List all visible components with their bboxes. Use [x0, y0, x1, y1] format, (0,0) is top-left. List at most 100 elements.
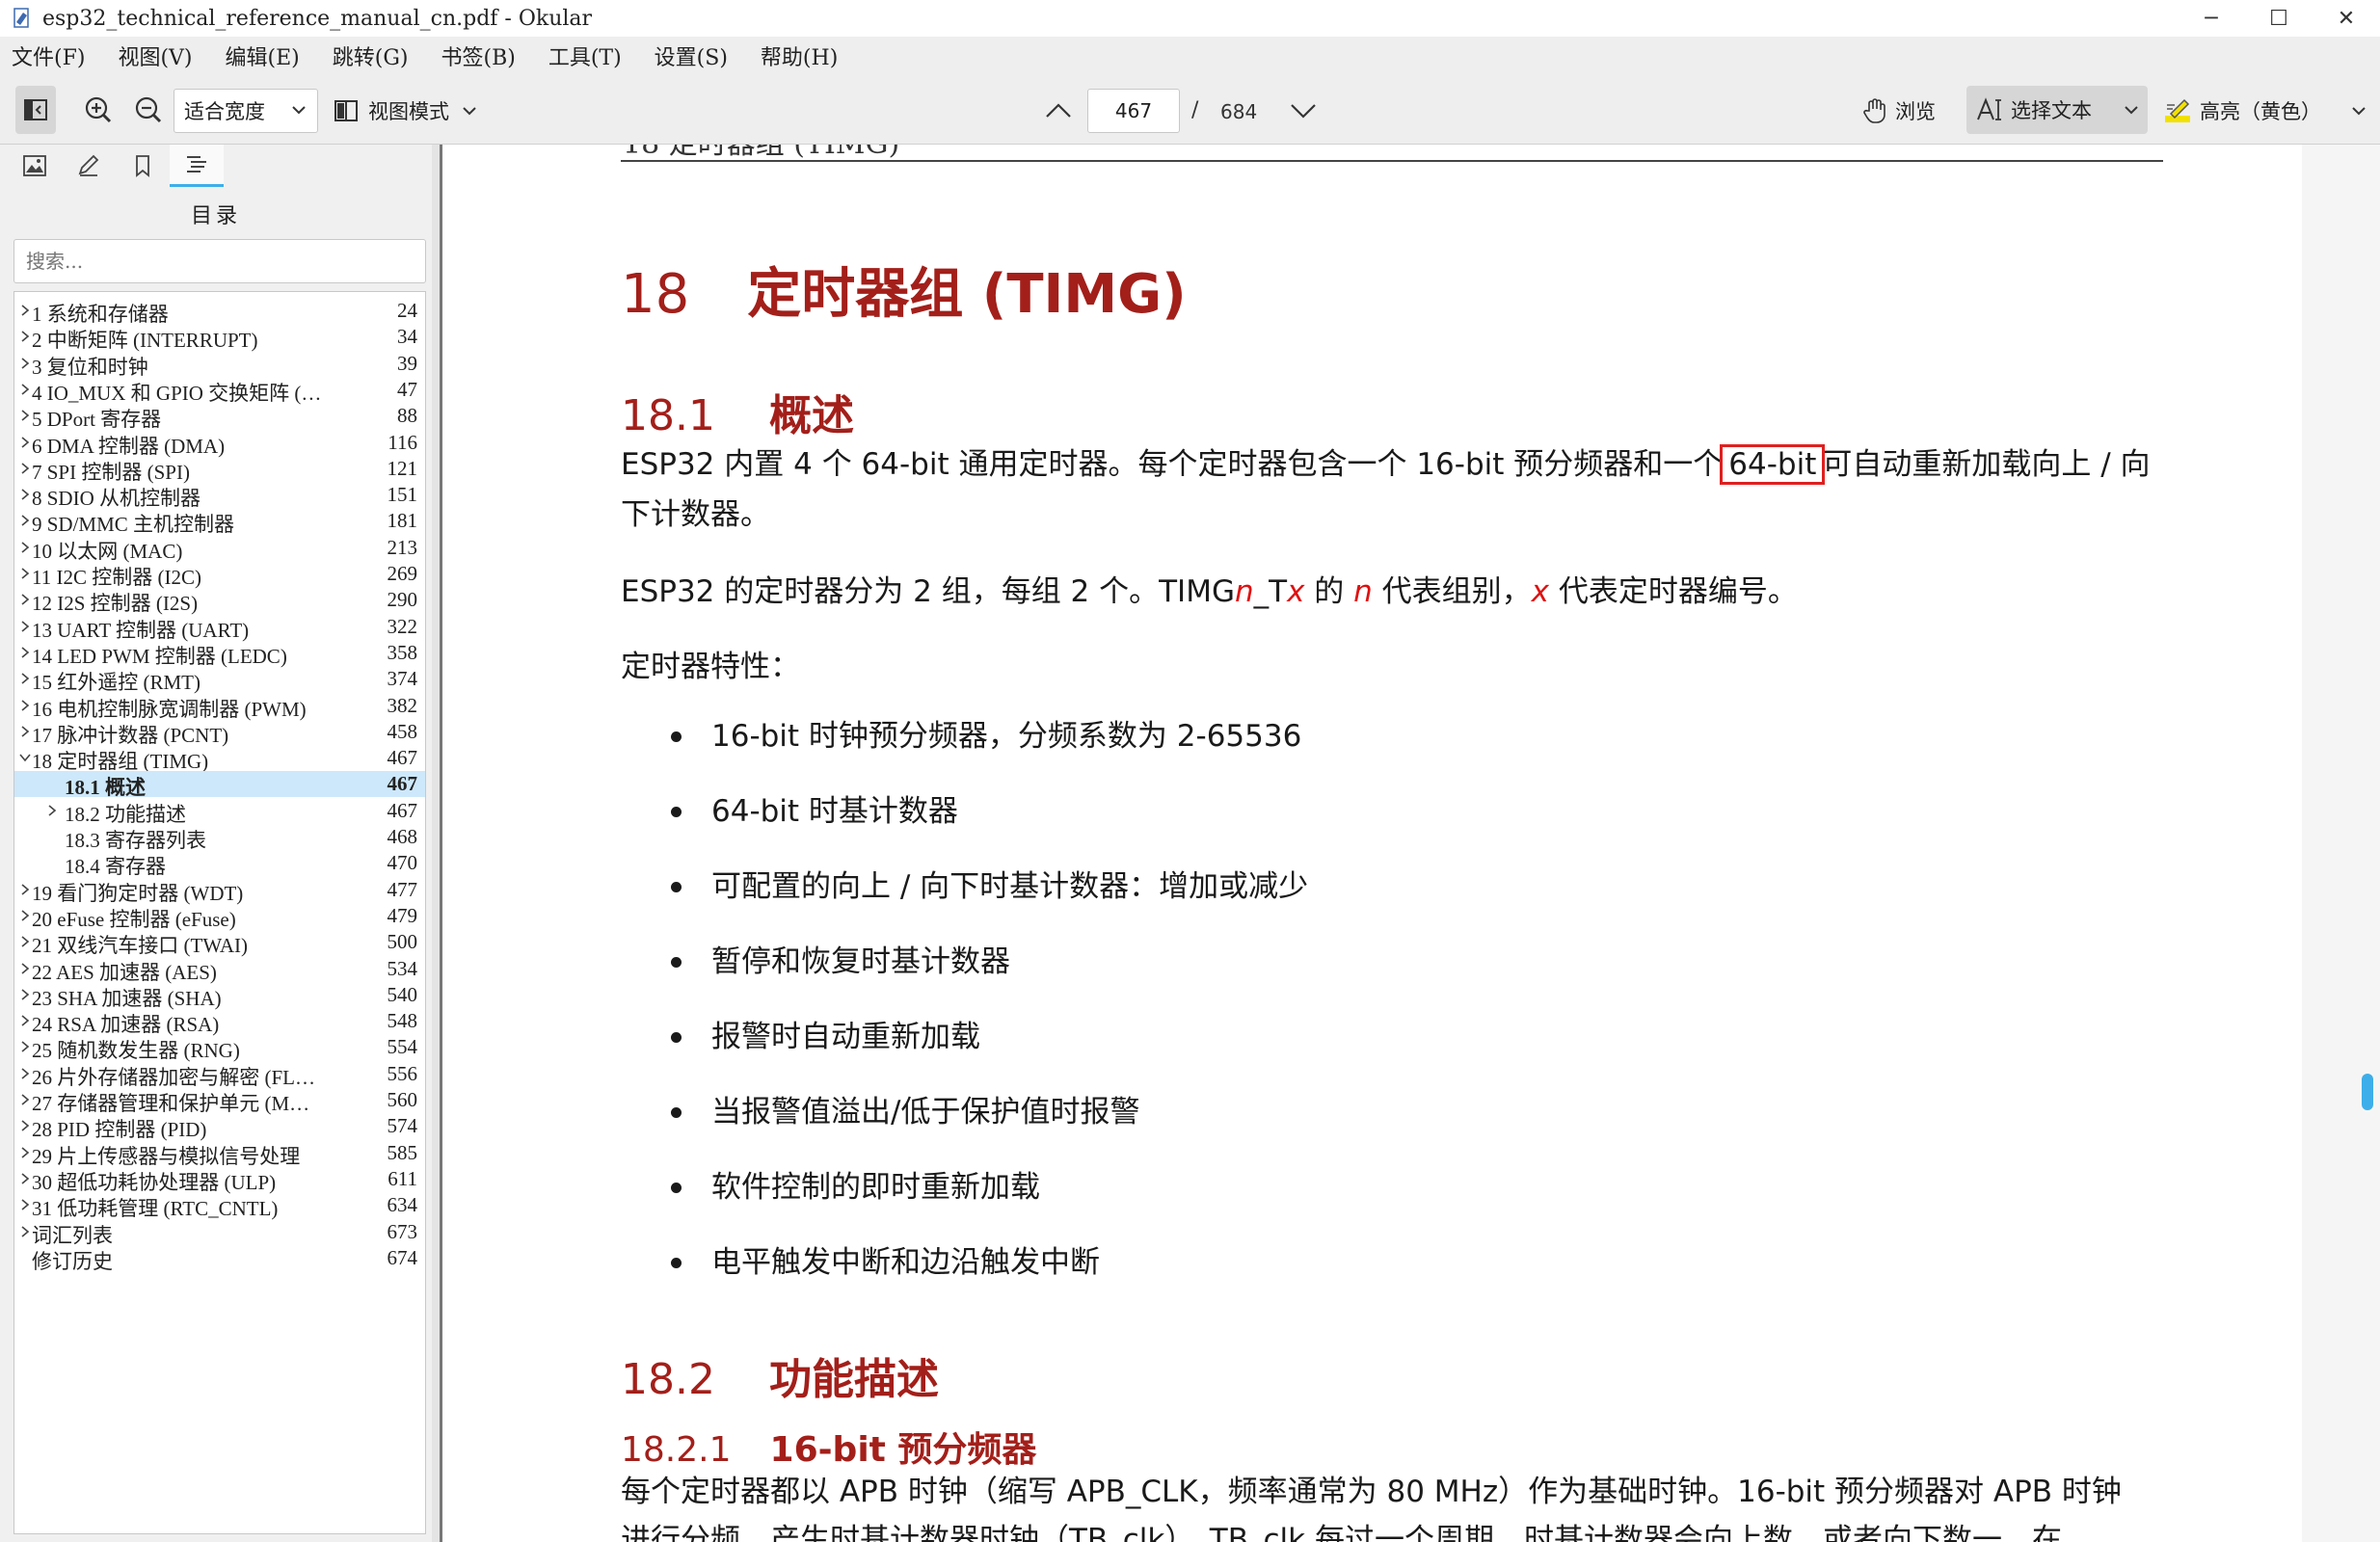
toc-item[interactable]: 8 SDIO 从机控制器 151 [14, 482, 425, 510]
chevron-right-icon[interactable] [18, 462, 32, 475]
toc-item[interactable]: 30 超低功耗协处理器 (ULP) 611 [14, 1166, 425, 1194]
chevron-right-icon[interactable] [18, 620, 32, 633]
chevron-right-icon[interactable] [45, 804, 59, 817]
chevron-right-icon[interactable] [18, 646, 32, 659]
chevron-right-icon[interactable] [18, 541, 32, 554]
scrollbar-handle[interactable] [2362, 1074, 2373, 1110]
toc-item[interactable]: 4 IO_MUX 和 GPIO 交换矩阵 (… 47 [14, 377, 425, 405]
zoom-select[interactable]: 适合宽度 [174, 89, 318, 133]
chevron-right-icon[interactable] [18, 699, 32, 712]
menu-edit[interactable]: 编辑(E) [226, 40, 300, 71]
chevron-right-icon[interactable] [18, 1225, 32, 1238]
chevron-right-icon[interactable] [18, 357, 32, 370]
menu-view[interactable]: 视图(V) [118, 40, 192, 71]
chevron-right-icon[interactable] [18, 1014, 32, 1027]
chevron-right-icon[interactable] [18, 567, 32, 580]
toc-item[interactable]: 31 低功耗管理 (RTC_CNTL) 634 [14, 1192, 425, 1220]
chevron-right-icon[interactable] [18, 1040, 32, 1053]
highlight-tool-button[interactable]: 高亮（黄色） [2163, 89, 2369, 133]
chevron-right-icon[interactable] [18, 304, 32, 317]
toc-item[interactable]: 词汇列表 673 [14, 1219, 425, 1247]
toc-item[interactable]: 16 电机控制脉宽调制器 (PWM) 382 [14, 693, 425, 721]
browse-tool-button[interactable]: 浏览 [1862, 89, 1936, 133]
toc-item[interactable]: 1 系统和存储器 24 [14, 298, 425, 326]
toc-item[interactable]: 22 AES 加速器 (AES) 534 [14, 956, 425, 984]
chevron-right-icon[interactable] [18, 962, 32, 975]
toc-item[interactable]: 15 红外遥控 (RMT) 374 [14, 666, 425, 694]
previous-page-button[interactable] [1037, 91, 1080, 131]
chevron-right-icon[interactable] [18, 988, 32, 1001]
chevron-right-icon[interactable] [18, 1172, 32, 1185]
chevron-right-icon[interactable] [18, 725, 32, 738]
chevron-right-icon[interactable] [18, 1093, 32, 1106]
toc-item[interactable]: 18.1 概述 467 [14, 771, 425, 799]
menu-file[interactable]: 文件(F) [12, 40, 85, 71]
toc-item[interactable]: 10 以太网 (MAC) 213 [14, 535, 425, 563]
minimize-button[interactable]: ─ [2178, 0, 2245, 37]
toc-item[interactable]: 9 SD/MMC 主机控制器 181 [14, 508, 425, 536]
toc-item[interactable]: 29 片上传感器与模拟信号处理 585 [14, 1140, 425, 1168]
menu-help[interactable]: 帮助(H) [761, 40, 838, 71]
toc-item[interactable]: 12 I2S 控制器 (I2S) 290 [14, 587, 425, 615]
toc-item[interactable]: 27 存储器管理和保护单元 (M… 560 [14, 1087, 425, 1115]
close-button[interactable]: ✕ [2313, 0, 2380, 37]
toc-item[interactable]: 23 SHA 加速器 (SHA) 540 [14, 982, 425, 1010]
chevron-right-icon[interactable] [18, 488, 32, 501]
view-mode-button[interactable]: 视图模式 [334, 89, 480, 133]
chevron-right-icon[interactable] [18, 409, 32, 422]
toc-item[interactable]: 14 LED PWM 控制器 (LEDC) 358 [14, 640, 425, 668]
chevron-right-icon[interactable] [18, 1119, 32, 1132]
toc-item[interactable]: 24 RSA 加速器 (RSA) 548 [14, 1008, 425, 1036]
toc-item[interactable]: 26 片外存储器加密与解密 (FL… 556 [14, 1061, 425, 1089]
chevron-right-icon[interactable] [18, 672, 32, 685]
toc-item[interactable]: 6 DMA 控制器 (DMA) 116 [14, 430, 425, 458]
toc-item[interactable]: 5 DPort 寄存器 88 [14, 403, 425, 431]
menu-settings[interactable]: 设置(S) [655, 40, 728, 71]
document-scrollbar[interactable] [2302, 145, 2380, 1542]
toc-item[interactable]: 17 脉冲计数器 (PCNT) 458 [14, 719, 425, 747]
chevron-right-icon[interactable] [18, 935, 32, 948]
toc-item[interactable]: 7 SPI 控制器 (SPI) 121 [14, 456, 425, 484]
toc-item[interactable]: 11 I2C 控制器 (I2C) 269 [14, 561, 425, 589]
tab-annotations[interactable] [62, 145, 116, 187]
chevron-right-icon[interactable] [18, 436, 32, 449]
toc-item[interactable]: 13 UART 控制器 (UART) 322 [14, 614, 425, 642]
select-text-button[interactable]: 选择文本 [1966, 86, 2148, 134]
toc-item[interactable]: 18.3 寄存器列表 468 [14, 824, 425, 852]
toc-item[interactable]: 25 随机数发生器 (RNG) 554 [14, 1034, 425, 1062]
toc-item[interactable]: 21 双线汽车接口 (TWAI) 500 [14, 929, 425, 957]
menu-bookmarks[interactable]: 书签(B) [441, 40, 515, 71]
tab-bookmarks[interactable] [116, 145, 170, 187]
next-page-button[interactable] [1282, 91, 1324, 131]
toc-item[interactable]: 修订历史 674 [14, 1245, 425, 1273]
menu-tools[interactable]: 工具(T) [548, 40, 622, 71]
chevron-down-icon[interactable] [18, 751, 32, 764]
chevron-right-icon[interactable] [18, 514, 32, 527]
maximize-button[interactable]: ☐ [2245, 0, 2313, 37]
toc-item[interactable]: 2 中断矩阵 (INTERRUPT) 34 [14, 324, 425, 352]
chevron-right-icon[interactable] [18, 593, 32, 606]
chevron-right-icon[interactable] [18, 383, 32, 396]
toc-search-input[interactable] [13, 239, 426, 283]
chevron-right-icon[interactable] [18, 330, 32, 343]
chevron-right-icon[interactable] [18, 1198, 32, 1211]
toc-item[interactable]: 18.2 功能描述 467 [14, 798, 425, 826]
toc-item[interactable]: 28 PID 控制器 (PID) 574 [14, 1113, 425, 1141]
zoom-out-button[interactable] [127, 86, 170, 134]
toc-item[interactable]: 19 看门狗定时器 (WDT) 477 [14, 877, 425, 905]
chevron-right-icon[interactable] [18, 1146, 32, 1159]
tab-contents[interactable] [170, 145, 224, 187]
sidebar-splitter[interactable] [432, 145, 440, 1542]
tab-thumbnails[interactable] [8, 145, 62, 187]
toc-item[interactable]: 3 复位和时钟 39 [14, 351, 425, 379]
menu-go[interactable]: 跳转(G) [333, 40, 409, 71]
chevron-right-icon[interactable] [18, 909, 32, 922]
toc-item[interactable]: 20 eFuse 控制器 (eFuse) 479 [14, 903, 425, 931]
chevron-right-icon[interactable] [18, 883, 32, 896]
page-number-input[interactable]: 467 [1087, 89, 1180, 133]
zoom-in-button[interactable] [77, 86, 120, 134]
toggle-sidebar-button[interactable] [15, 86, 56, 134]
chevron-right-icon[interactable] [18, 1067, 32, 1080]
toc-item[interactable]: 18.4 寄存器 470 [14, 850, 425, 878]
toc-item[interactable]: 18 定时器组 (TIMG) 467 [14, 745, 425, 773]
